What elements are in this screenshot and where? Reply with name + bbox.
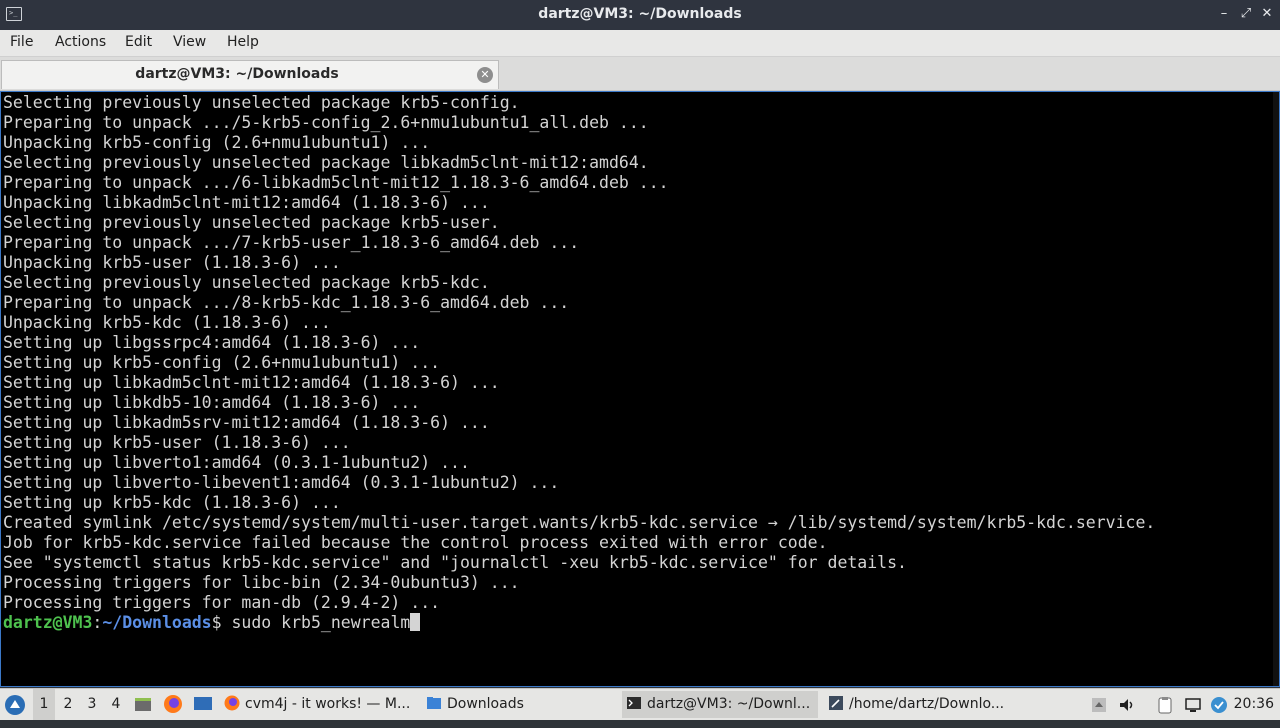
prompt-user-host: dartz@VM3 [3,613,93,632]
close-button[interactable]: ✕ [1259,6,1275,22]
workspace-3[interactable]: 3 [81,689,103,720]
prompt-separator: : [92,613,103,632]
firefox-icon [224,695,240,711]
terminal-line: Selecting previously unselected package … [3,93,520,112]
terminal-line: Unpacking krb5-config (2.6+nmu1ubuntu1) … [3,133,431,152]
terminal-line: Selecting previously unselected package … [3,273,490,292]
terminal-line: Setting up libkadm5srv-mit12:amd64 (1.18… [3,413,490,432]
terminal-line: Job for krb5-kdc.service failed because … [3,533,828,552]
terminal-line: Setting up krb5-kdc (1.18.3-6) ... [3,493,341,512]
file-manager-launcher-icon[interactable] [134,689,154,720]
maximize-button[interactable]: ⤢ [1238,6,1254,22]
terminal-line: Preparing to unpack .../6-libkadm5clnt-m… [3,173,669,192]
text-cursor [410,613,421,631]
terminal-line: Unpacking libkadm5clnt-mit12:amd64 (1.18… [3,193,490,212]
terminal-line: Selecting previously unselected package … [3,213,500,232]
menu-help[interactable]: Help [227,34,259,50]
menu-actions[interactable]: Actions [55,34,106,50]
prompt-path: ~/Downloads [102,613,212,632]
prompt-command: sudo krb5_newrealm [231,613,411,632]
tab-terminal-downloads[interactable]: dartz@VM3: ~/Downloads ✕ [1,60,499,89]
terminal-line: Setting up libkadm5clnt-mit12:amd64 (1.1… [3,373,500,392]
taskbar: 1 2 3 4 cvm4j - it works! — M... Downloa… [0,688,1280,720]
tab-close-icon[interactable]: ✕ [477,67,493,83]
terminal-line: Setting up libverto1:amd64 (0.3.1-1ubunt… [3,453,470,472]
terminal-line: Setting up libgssrpc4:amd64 (1.18.3-6) .… [3,333,421,352]
terminal-line: Setting up krb5-config (2.6+nmu1ubuntu1)… [3,353,441,372]
terminal-line: Unpacking krb5-kdc (1.18.3-6) ... [3,313,331,332]
window-titlebar[interactable]: >_ dartz@VM3: ~/Downloads – ⤢ ✕ [0,0,1280,30]
terminal-line: Setting up libkdb5-10:amd64 (1.18.3-6) .… [3,393,421,412]
workspace-1[interactable]: 1 [33,689,55,720]
terminal-line: Created symlink /etc/systemd/system/mult… [3,513,1156,532]
task-label: /home/dartz/Downlo... [849,696,1005,712]
task-label: Downloads [447,696,524,712]
start-menu-icon[interactable] [4,689,28,720]
terminal-line: Processing triggers for libc-bin (2.34-0… [3,573,520,592]
prompt-symbol: $ [211,613,222,632]
workspace-2[interactable]: 2 [57,689,79,720]
menu-bar: File Actions Edit View Help [0,30,1280,57]
firefox-launcher-icon[interactable] [163,689,183,720]
menu-file[interactable]: File [10,34,33,50]
folder-icon [427,697,441,709]
terminal-output: Selecting previously unselected package … [3,93,1155,633]
tab-bar: dartz@VM3: ~/Downloads ✕ [0,57,1280,91]
tab-label: dartz@VM3: ~/Downloads [135,66,339,82]
minimize-button[interactable]: – [1216,6,1232,22]
terminal-line: Setting up krb5-user (1.18.3-6) ... [3,433,351,452]
task-label: dartz@VM3: ~/Downl... [647,696,811,712]
task-label: cvm4j - it works! — M... [245,696,411,712]
task-firefox[interactable]: cvm4j - it works! — M... [220,691,416,718]
task-downloads-folder[interactable]: Downloads [422,691,618,718]
window-title: dartz@VM3: ~/Downloads [538,6,742,22]
clock[interactable]: 20:36 [1234,689,1274,720]
terminal-line: Processing triggers for man-db (2.9.4-2)… [3,593,441,612]
terminal-line: Preparing to unpack .../5-krb5-config_2.… [3,113,649,132]
task-terminal[interactable]: dartz@VM3: ~/Downl... [622,691,818,718]
terminal-view[interactable]: Selecting previously unselected package … [0,91,1280,687]
terminal-line: Selecting previously unselected package … [3,153,649,172]
text-editor-icon [829,696,843,710]
terminal-prompt-line[interactable]: dartz@VM3:~/Downloads$ sudo krb5_newreal… [3,613,1155,633]
clipboard-icon[interactable] [1156,696,1174,714]
menu-edit[interactable]: Edit [125,34,152,50]
task-text-editor[interactable]: /home/dartz/Downlo... [824,691,1020,718]
volume-icon[interactable] [1118,696,1136,714]
terminal-line: Preparing to unpack .../7-krb5-user_1.18… [3,233,580,252]
network-icon[interactable] [1184,696,1202,714]
terminal-icon [627,697,641,709]
terminal-line: Preparing to unpack .../8-krb5-kdc_1.18.… [3,293,570,312]
updates-icon[interactable] [1210,696,1228,714]
tray-up-arrow-icon[interactable] [1090,696,1108,714]
terminal-line: See "systemctl status krb5-kdc.service" … [3,553,907,572]
menu-view[interactable]: View [173,34,206,50]
terminal-scrollbar[interactable] [1273,92,1279,686]
terminal-line: Setting up libverto-libevent1:amd64 (0.3… [3,473,560,492]
show-desktop-icon[interactable] [193,689,213,720]
workspace-4[interactable]: 4 [105,689,127,720]
terminal-line: Unpacking krb5-user (1.18.3-6) ... [3,253,341,272]
